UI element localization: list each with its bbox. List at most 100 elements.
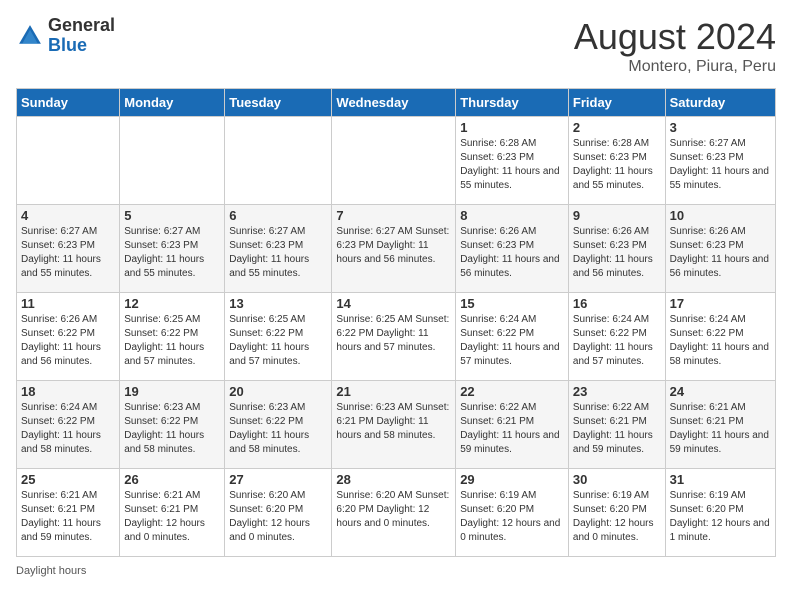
day-info: Sunrise: 6:19 AM Sunset: 6:20 PM Dayligh…: [460, 489, 564, 545]
day-info: Sunrise: 6:25 AM Sunset: 6:22 PM Dayligh…: [124, 313, 220, 369]
day-number: 22: [460, 384, 564, 399]
day-number: 20: [229, 384, 327, 399]
day-number: 23: [573, 384, 661, 399]
day-cell: 25Sunrise: 6:21 AM Sunset: 6:21 PM Dayli…: [17, 469, 120, 557]
day-cell: 29 Sunrise: 6:19 AM Sunset: 6:20 PM Dayli…: [456, 469, 569, 557]
day-number: 29: [460, 472, 564, 487]
week-row-5: 25 Sunrise: 6:21 AM Sunset: 6:21 PM Dayli…: [17, 469, 776, 557]
day-info: Sunrise: 6:27 AM Sunset: 6:23 PM Dayligh…: [21, 225, 115, 281]
day-cell: 15 Sunrise: 6:24 AM Sunset: 6:22 PM Dayli…: [456, 293, 569, 381]
day-cell: 10Sunrise: 6:26 AM Sunset: 6:23 PM Dayli…: [665, 205, 775, 293]
day-info: Sunrise: 6:19 AM Sunset: 6:20 PM Dayligh…: [573, 489, 661, 545]
day-info: Sunrise: 6:21 AM Sunset: 6:21 PM Dayligh…: [670, 401, 771, 457]
day-cell: 14Sunrise: 6:25 AM Sunset: 6:22 PM Dayli…: [332, 293, 456, 381]
day-cell: 11 Sunrise: 6:26 AM Sunset: 6:22 PM Dayli…: [17, 293, 120, 381]
day-info: Sunrise: 6:24 AM Sunset: 6:22 PM Dayligh…: [21, 401, 115, 457]
logo-icon: [16, 22, 44, 50]
day-number: 3: [670, 120, 771, 135]
day-number: 4: [21, 208, 115, 223]
header-sunday: Sunday: [17, 89, 120, 117]
day-number: 1: [460, 120, 564, 135]
day-info: Sunrise: 6:21 AM Sunset: 6:21 PM Dayligh…: [124, 489, 220, 545]
day-info: Sunrise: 6:24 AM Sunset: 6:22 PM Dayligh…: [460, 313, 564, 369]
day-info: Sunrise: 6:19 AM Sunset: 6:20 PM Dayligh…: [670, 489, 771, 545]
day-cell: 3 Sunrise: 6:27 AM Sunset: 6:23 PM Daylig…: [665, 117, 775, 205]
day-cell: 13 Sunrise: 6:25 AM Sunset: 6:22 PM Dayli…: [225, 293, 332, 381]
day-cell: 22 Sunrise: 6:22 AM Sunset: 6:21 PM Dayli…: [456, 381, 569, 469]
day-info: Sunrise: 6:20 AM Sunset: 6:20 PM Dayligh…: [229, 489, 327, 545]
calendar-body: 1 Sunrise: 6:28 AM Sunset: 6:23 PM Daylig…: [17, 117, 776, 557]
day-number: 12: [124, 296, 220, 311]
day-info: Sunrise: 6:25 AM Sunset: 6:22 PM Dayligh…: [229, 313, 327, 369]
day-info: Sunrise: 6:28 AM Sunset: 6:23 PM Dayligh…: [573, 137, 661, 193]
day-cell: 1Sunrise: 6:28 AM Sunset: 6:23 PM Daylig…: [456, 117, 569, 205]
day-info: Sunrise: 6:24 AM Sunset: 6:22 PM Dayligh…: [670, 313, 771, 369]
day-cell: 27Sunrise: 6:20 AM Sunset: 6:20 PM Dayli…: [225, 469, 332, 557]
day-info: Sunrise: 6:22 AM Sunset: 6:21 PM Dayligh…: [460, 401, 564, 457]
day-number: 15: [460, 296, 564, 311]
day-info: Sunrise: 6:24 AM Sunset: 6:22 PM Dayligh…: [573, 313, 661, 369]
header-row: SundayMondayTuesdayWednesdayThursdayFrid…: [17, 89, 776, 117]
daylight-label: Daylight hours: [16, 565, 86, 577]
day-cell: 17Sunrise: 6:24 AM Sunset: 6:22 PM Dayli…: [665, 293, 775, 381]
day-number: 19: [124, 384, 220, 399]
day-cell: [120, 117, 225, 205]
day-cell: 12 Sunrise: 6:25 AM Sunset: 6:22 PM Dayli…: [120, 293, 225, 381]
day-number: 2: [573, 120, 661, 135]
header-thursday: Thursday: [456, 89, 569, 117]
day-number: 7: [336, 208, 451, 223]
day-info: Sunrise: 6:26 AM Sunset: 6:22 PM Dayligh…: [21, 313, 115, 369]
day-number: 6: [229, 208, 327, 223]
logo-blue: Blue: [48, 36, 115, 56]
day-info: Sunrise: 6:27 AM Sunset: 6:23 PM Dayligh…: [229, 225, 327, 281]
calendar-subtitle: Montero, Piura, Peru: [574, 58, 776, 76]
logo-text: General Blue: [48, 16, 115, 56]
day-cell: 19 Sunrise: 6:23 AM Sunset: 6:22 PM Dayli…: [120, 381, 225, 469]
day-cell: 23Sunrise: 6:22 AM Sunset: 6:21 PM Dayli…: [568, 381, 665, 469]
day-number: 30: [573, 472, 661, 487]
day-info: Sunrise: 6:25 AM Sunset: 6:22 PM Dayligh…: [336, 313, 451, 355]
day-number: 8: [460, 208, 564, 223]
day-cell: 6 Sunrise: 6:27 AM Sunset: 6:23 PM Daylig…: [225, 205, 332, 293]
day-number: 10: [670, 208, 771, 223]
day-info: Sunrise: 6:26 AM Sunset: 6:23 PM Dayligh…: [460, 225, 564, 281]
day-number: 13: [229, 296, 327, 311]
calendar-title: August 2024: [574, 16, 776, 58]
day-cell: 4 Sunrise: 6:27 AM Sunset: 6:23 PM Daylig…: [17, 205, 120, 293]
day-cell: [17, 117, 120, 205]
day-info: Sunrise: 6:23 AM Sunset: 6:21 PM Dayligh…: [336, 401, 451, 443]
day-info: Sunrise: 6:23 AM Sunset: 6:22 PM Dayligh…: [229, 401, 327, 457]
day-info: Sunrise: 6:27 AM Sunset: 6:23 PM Dayligh…: [670, 137, 771, 193]
day-number: 21: [336, 384, 451, 399]
day-cell: 7Sunrise: 6:27 AM Sunset: 6:23 PM Daylig…: [332, 205, 456, 293]
day-number: 24: [670, 384, 771, 399]
footer: Daylight hours: [16, 565, 776, 577]
logo-general: General: [48, 16, 115, 36]
week-row-4: 18 Sunrise: 6:24 AM Sunset: 6:22 PM Dayli…: [17, 381, 776, 469]
day-number: 18: [21, 384, 115, 399]
day-cell: 31 Sunrise: 6:19 AM Sunset: 6:20 PM Dayli…: [665, 469, 775, 557]
day-cell: 24 Sunrise: 6:21 AM Sunset: 6:21 PM Dayli…: [665, 381, 775, 469]
day-number: 11: [21, 296, 115, 311]
day-cell: 21 Sunrise: 6:23 AM Sunset: 6:21 PM Dayli…: [332, 381, 456, 469]
week-row-2: 4 Sunrise: 6:27 AM Sunset: 6:23 PM Daylig…: [17, 205, 776, 293]
day-cell: 5Sunrise: 6:27 AM Sunset: 6:23 PM Daylig…: [120, 205, 225, 293]
day-cell: [225, 117, 332, 205]
day-info: Sunrise: 6:26 AM Sunset: 6:23 PM Dayligh…: [573, 225, 661, 281]
title-block: August 2024 Montero, Piura, Peru: [574, 16, 776, 76]
day-number: 16: [573, 296, 661, 311]
header-friday: Friday: [568, 89, 665, 117]
logo: General Blue: [16, 16, 115, 56]
day-number: 28: [336, 472, 451, 487]
header-wednesday: Wednesday: [332, 89, 456, 117]
day-info: Sunrise: 6:27 AM Sunset: 6:23 PM Dayligh…: [124, 225, 220, 281]
day-info: Sunrise: 6:20 AM Sunset: 6:20 PM Dayligh…: [336, 489, 451, 531]
day-cell: 2 Sunrise: 6:28 AM Sunset: 6:23 PM Daylig…: [568, 117, 665, 205]
day-cell: 28 Sunrise: 6:20 AM Sunset: 6:20 PM Dayli…: [332, 469, 456, 557]
day-number: 26: [124, 472, 220, 487]
day-number: 31: [670, 472, 771, 487]
header-monday: Monday: [120, 89, 225, 117]
header-tuesday: Tuesday: [225, 89, 332, 117]
day-info: Sunrise: 6:23 AM Sunset: 6:22 PM Dayligh…: [124, 401, 220, 457]
day-number: 25: [21, 472, 115, 487]
